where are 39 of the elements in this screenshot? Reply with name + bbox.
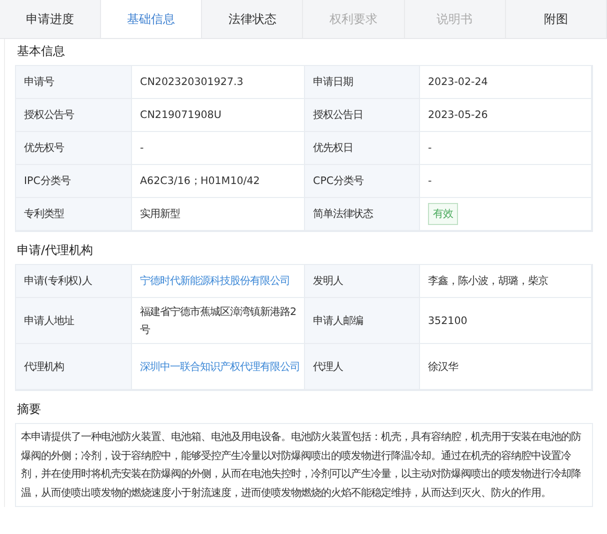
- status-badge: 有效: [428, 203, 458, 225]
- field-value: A62C3/16；H01M10/42: [140, 174, 260, 189]
- field-value: -: [428, 141, 432, 156]
- section-title: 基本信息: [16, 42, 66, 60]
- field-label: 授权公告号: [24, 108, 74, 123]
- field-value: 2023-05-26: [428, 108, 488, 123]
- tab[interactable]: 法律状态: [202, 0, 304, 38]
- tab[interactable]: 基础信息: [101, 0, 202, 38]
- field-value: -: [140, 141, 144, 156]
- field-label: 申请人地址: [24, 314, 74, 328]
- abstract-text: 本申请提供了一种电池防火装置、电池箱、电池及用电设备。电池防火装置包括：机壳，具有容纳腔，机壳用于安装在电池的防爆阀的外侧；冷剂，设于容纳腔中，能够受控产生冷量以对防爆阀喷出的喷发物进行降温冷却。通过在机壳的容纳腔中设置冷剂，并在使用时将机壳安装在防爆阀的外侧，从而在电池失控时，冷剂可以产生冷量，以主动对防爆阀喷出的喷发物进行冷却降温，从而使喷出喷发物的燃烧速度小于射流速度，进而使喷发物燃烧的火焰不能稳定维持，从而达到灭火、防火的作用。: [21, 430, 582, 500]
- field-label: 代理人: [313, 360, 343, 374]
- field-label: 发明人: [313, 274, 343, 289]
- field-value: 2023-02-24: [428, 75, 488, 90]
- field-value: CN202320301927.3: [140, 75, 244, 90]
- field-label: 申请人邮编: [313, 314, 363, 328]
- field-label: 申请号: [24, 75, 54, 90]
- field-label: 授权公告日: [313, 108, 363, 123]
- field-label: IPC分类号: [24, 174, 70, 189]
- field-value: 李鑫，陈小波，胡璐，柴京: [428, 274, 548, 289]
- field-label: 优先权号: [24, 141, 64, 156]
- field-label: 专利类型: [24, 207, 64, 222]
- section-title: 摘要: [16, 400, 42, 418]
- field-value: 352100: [428, 314, 468, 328]
- field-label: 优先权日: [313, 141, 353, 156]
- tab[interactable]: 附图: [506, 0, 607, 38]
- field-label: 简单法律状态: [313, 207, 373, 222]
- field-value: 徐汉华: [428, 360, 458, 374]
- field-value: 实用新型: [140, 207, 180, 222]
- field-value: 福建省宁德市蕉城区漳湾镇新港路2号: [140, 304, 298, 338]
- field-label: CPC分类号: [313, 174, 364, 189]
- field-label: 申请日期: [313, 75, 353, 90]
- company-link[interactable]: 宁德时代新能源科技股份有限公司: [140, 272, 290, 290]
- field-value: CN219071908U: [140, 108, 222, 123]
- company-link[interactable]: 深圳中一联合知识产权代理有限公司: [140, 358, 300, 376]
- field-label: 代理机构: [24, 360, 64, 374]
- field-label: 申请(专利权)人: [24, 274, 92, 289]
- field-value: -: [428, 174, 432, 189]
- section-title: 申请/代理机构: [16, 242, 94, 258]
